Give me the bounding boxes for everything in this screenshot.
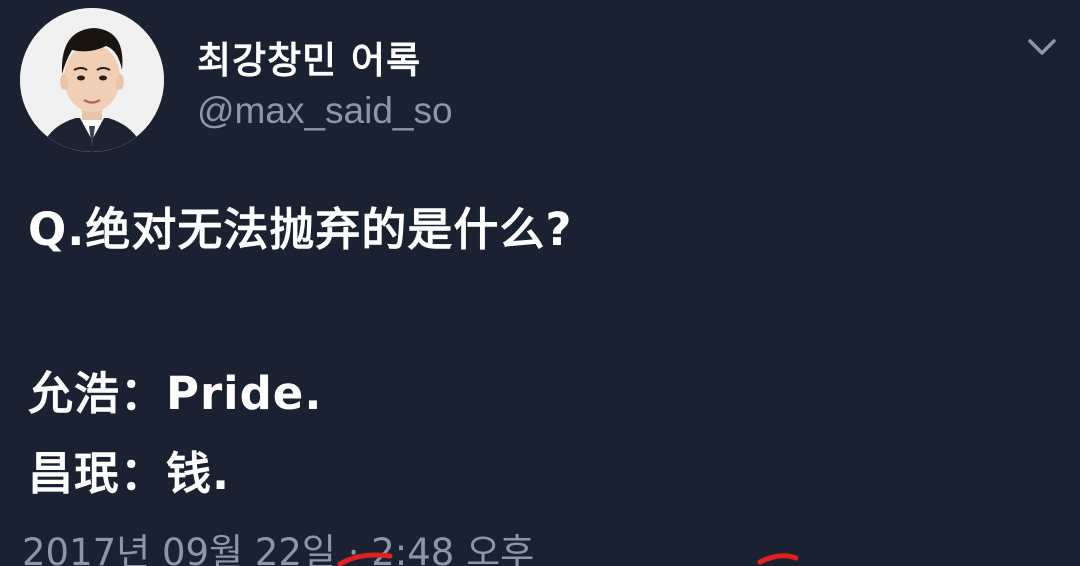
user-handle[interactable]: @max_said_so [197, 90, 453, 132]
display-name[interactable]: 최강창민 어록 [197, 30, 421, 84]
tweet-answer-2: 昌珉：钱. [28, 447, 231, 500]
profile-photo-icon [20, 8, 164, 152]
avatar[interactable] [20, 8, 164, 152]
chevron-down-icon[interactable] [1024, 32, 1060, 62]
tweet-card: 최강창민 어록 @max_said_so Q.绝对无法抛弃的是什么? 允浩：Pr… [0, 0, 1080, 566]
tweet-answer-1: 允浩：Pride. [28, 367, 323, 420]
tweet-question: Q.绝对无法抛弃的是什么? [28, 203, 573, 256]
red-annotation-mark [337, 552, 799, 566]
